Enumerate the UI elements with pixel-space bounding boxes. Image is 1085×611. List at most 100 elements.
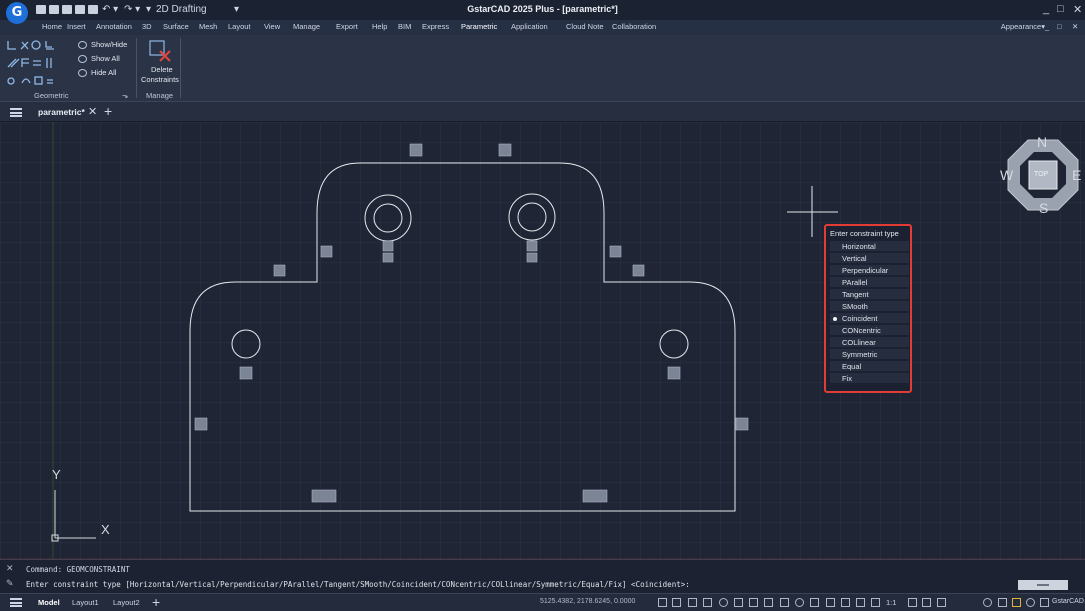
- command-prompt[interactable]: Enter constraint type [Horizontal/Vertic…: [26, 579, 1020, 591]
- tab-bim[interactable]: BIM: [398, 22, 411, 31]
- tab-home[interactable]: Home: [42, 22, 62, 31]
- show-hide-button[interactable]: Show/Hide: [91, 40, 127, 49]
- viewcube-top-face[interactable]: TOP: [1034, 171, 1048, 178]
- tangent-tool-icon: [7, 77, 15, 85]
- selection-cycling-icon[interactable]: [841, 598, 850, 607]
- constraint-menu-title: Enter constraint type: [830, 229, 899, 238]
- tab-parametric[interactable]: Parametric: [461, 22, 497, 31]
- tab-layout2[interactable]: Layout2: [113, 598, 140, 607]
- settings-icon[interactable]: [983, 598, 992, 607]
- tab-collaboration[interactable]: Collaboration: [612, 22, 656, 31]
- viewcube-south[interactable]: S: [1039, 200, 1048, 216]
- tab-model[interactable]: Model: [38, 598, 60, 607]
- isodraft-icon[interactable]: [734, 598, 743, 607]
- lineweight-icon[interactable]: [810, 598, 819, 607]
- add-tab-icon[interactable]: +: [104, 103, 112, 119]
- parallel-tool-icon: [7, 58, 20, 68]
- tab-3d[interactable]: 3D: [142, 22, 152, 31]
- option-smooth[interactable]: SMooth: [830, 301, 909, 312]
- grid-icon[interactable]: [658, 598, 667, 607]
- transparency-icon[interactable]: [826, 598, 835, 607]
- tab-express[interactable]: Express: [422, 22, 449, 31]
- command-customize-icon[interactable]: ✎: [6, 578, 14, 589]
- tab-application[interactable]: Application: [511, 22, 548, 31]
- delete-constraints-label-1[interactable]: Delete: [151, 65, 173, 74]
- tab-manage[interactable]: Manage: [293, 22, 320, 31]
- add-layout-icon[interactable]: +: [152, 594, 160, 610]
- object-snap-icon[interactable]: [749, 598, 758, 607]
- constraint-icon: [194, 417, 208, 431]
- drawing-canvas[interactable]: Y X: [0, 122, 1085, 559]
- object-track-icon[interactable]: [764, 598, 773, 607]
- minimize-button[interactable]: _: [1043, 3, 1049, 15]
- option-perpendicular[interactable]: Perpendicular: [830, 265, 909, 276]
- tab-export[interactable]: Export: [336, 22, 358, 31]
- polar-icon[interactable]: [719, 598, 728, 607]
- ucs-x-label: X: [101, 522, 110, 537]
- maximize-button[interactable]: □: [1057, 3, 1064, 15]
- annotation-scale-add-icon[interactable]: [908, 598, 917, 607]
- appearance-label: Appearance: [1000, 22, 1042, 31]
- geometric-constraint-tools[interactable]: [6, 39, 72, 87]
- fix-tool-icon: [45, 41, 54, 50]
- viewcube-north[interactable]: N: [1037, 134, 1047, 150]
- tab-layout[interactable]: Layout: [228, 22, 251, 31]
- annotation-scale[interactable]: 1:1: [886, 598, 896, 607]
- option-tangent[interactable]: Tangent: [830, 289, 909, 300]
- tab-annotation[interactable]: Annotation: [96, 22, 132, 31]
- quick-properties-icon[interactable]: [856, 598, 865, 607]
- hide-all-button[interactable]: Hide All: [91, 68, 116, 77]
- dynamic-ucs-icon[interactable]: [780, 598, 789, 607]
- app-logo[interactable]: G: [6, 2, 28, 24]
- tab-mesh[interactable]: Mesh: [199, 22, 217, 31]
- dynamic-input-icon[interactable]: [795, 598, 804, 607]
- group-expand-icon[interactable]: ⬎: [122, 91, 128, 100]
- group-separator: [136, 38, 137, 98]
- snap-icon[interactable]: [672, 598, 681, 607]
- workspace-icon[interactable]: [922, 598, 931, 607]
- tab-view[interactable]: View: [264, 22, 280, 31]
- doc-close-button[interactable]: ✕: [1072, 22, 1078, 31]
- option-equal[interactable]: Equal: [830, 361, 909, 372]
- delete-constraints-icon[interactable]: [147, 39, 173, 63]
- doc-restore-button[interactable]: □: [1057, 22, 1062, 31]
- tab-help[interactable]: Help: [372, 22, 387, 31]
- annotation-visibility-icon[interactable]: [871, 598, 880, 607]
- option-symmetric[interactable]: Symmetric: [830, 349, 909, 360]
- viewcube-east[interactable]: E: [1072, 167, 1081, 183]
- option-horizontal[interactable]: Horizontal: [830, 241, 909, 252]
- menu-icon[interactable]: [10, 108, 22, 117]
- isolate-icon[interactable]: [1026, 598, 1035, 607]
- close-icon[interactable]: ✕: [88, 105, 97, 118]
- lock-icon[interactable]: [998, 598, 1007, 607]
- command-options-button[interactable]: [1018, 580, 1068, 590]
- option-collinear[interactable]: COLlinear: [830, 337, 909, 348]
- doc-tab-parametric[interactable]: parametric*: [38, 107, 85, 117]
- appearance-menu[interactable]: Appearance▾: [1001, 22, 1045, 31]
- tab-layout1[interactable]: Layout1: [72, 598, 99, 607]
- infer-icon[interactable]: [688, 598, 697, 607]
- option-fix[interactable]: Fix: [830, 373, 909, 384]
- light-bulb-icon[interactable]: [1012, 598, 1021, 607]
- tab-insert[interactable]: Insert: [67, 22, 86, 31]
- option-parallel[interactable]: PArallel: [830, 277, 909, 288]
- viewcube[interactable]: N S E W TOP: [1000, 134, 1082, 216]
- tab-cloud-note[interactable]: Cloud Note: [566, 22, 604, 31]
- ortho-icon[interactable]: [703, 598, 712, 607]
- vertical-tool-icon: [46, 58, 52, 68]
- option-concentric[interactable]: CONcentric: [830, 325, 909, 336]
- layout-menu-icon[interactable]: [10, 598, 22, 607]
- fullscreen-icon[interactable]: [937, 598, 946, 607]
- delete-constraints-label-2[interactable]: Constraints: [141, 75, 179, 84]
- close-button[interactable]: ✕: [1073, 3, 1082, 16]
- option-coincident[interactable]: Coincident: [830, 313, 909, 324]
- show-all-button[interactable]: Show All: [91, 54, 120, 63]
- tab-surface[interactable]: Surface: [163, 22, 189, 31]
- option-vertical[interactable]: Vertical: [830, 253, 909, 264]
- doc-minimize-button[interactable]: _: [1045, 22, 1049, 31]
- viewcube-west[interactable]: W: [1000, 167, 1013, 183]
- hardware-acceleration-icon[interactable]: [1040, 598, 1049, 607]
- equal-tool-icon: [47, 79, 53, 84]
- command-close-icon[interactable]: ✕: [6, 563, 14, 574]
- constraint-icon: [632, 264, 645, 277]
